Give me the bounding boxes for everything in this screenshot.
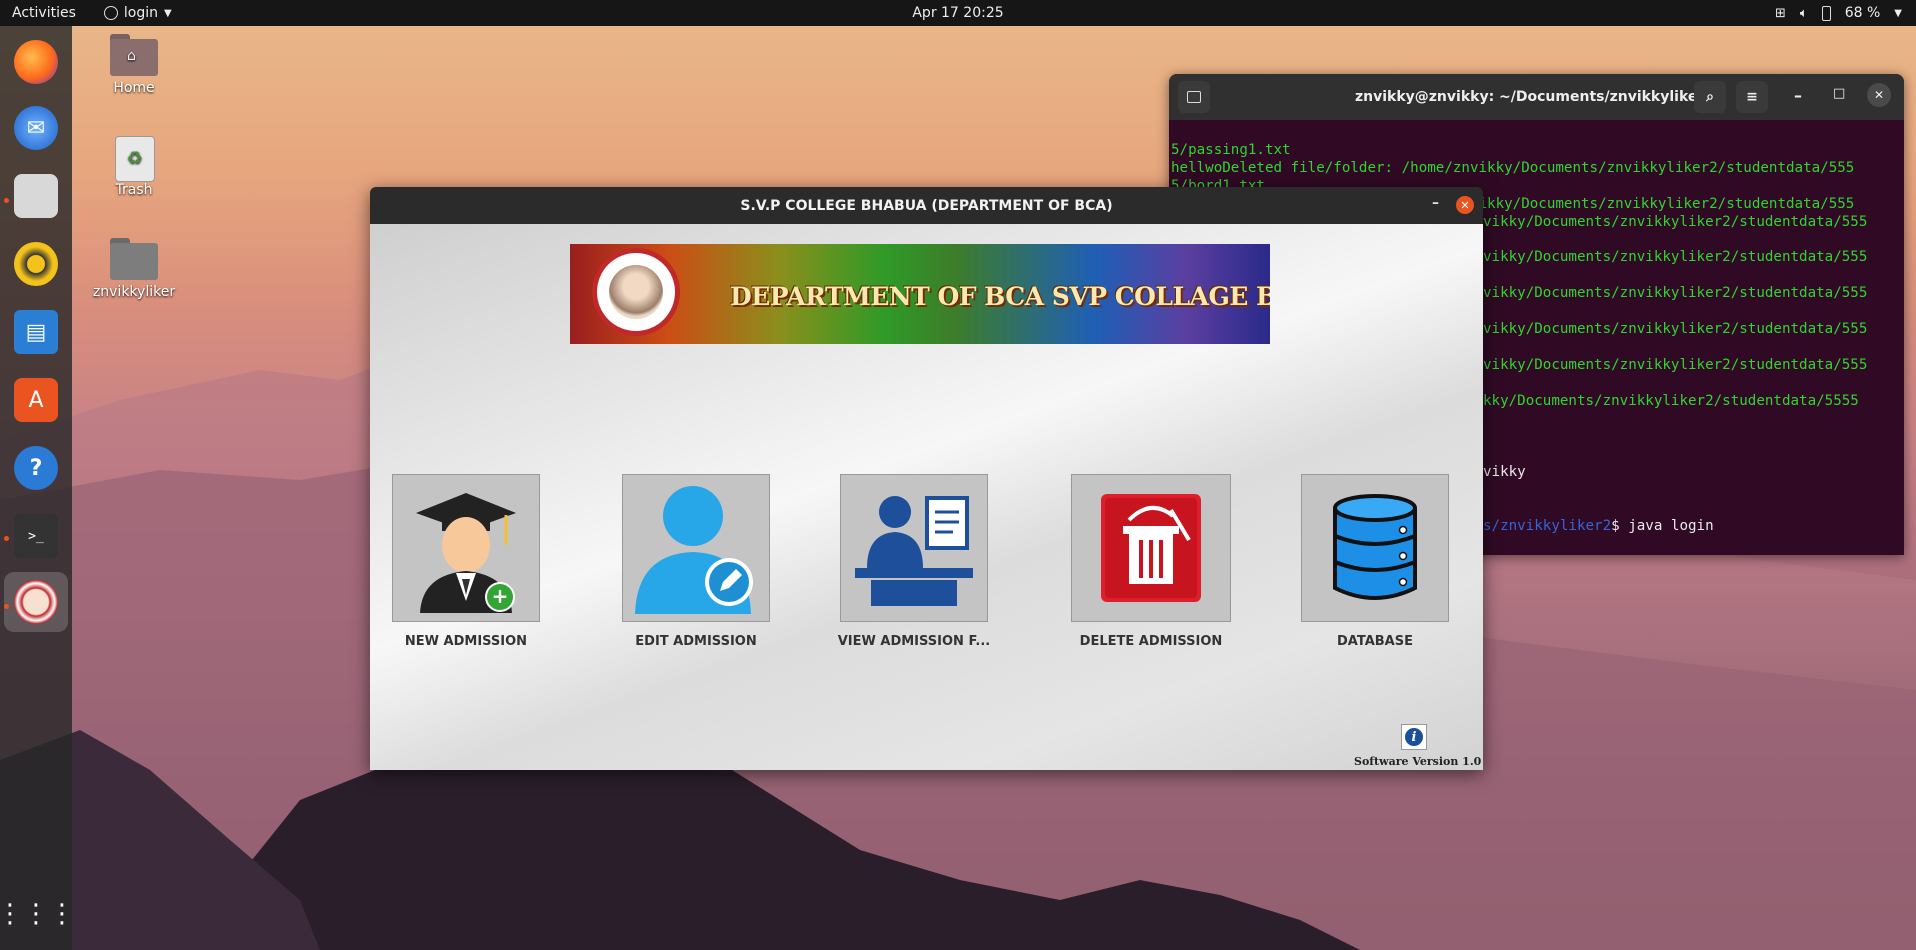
edit-admission-label: EDIT ADMISSION: [635, 634, 757, 649]
firefox-icon[interactable]: [14, 40, 58, 84]
database-button[interactable]: [1301, 474, 1449, 622]
help-icon[interactable]: ?: [14, 446, 58, 490]
maximize-button[interactable]: □: [1833, 86, 1845, 101]
database-label: DATABASE: [1337, 634, 1413, 649]
view-admission-label: VIEW ADMISSION F...: [837, 634, 991, 649]
activities-button[interactable]: Activities: [12, 5, 76, 21]
edit-admission-button[interactable]: [622, 474, 770, 622]
desktop-icon-label: Home: [113, 80, 155, 96]
desktop-icon-znvikkyliker[interactable]: znvikkyliker: [84, 238, 184, 300]
volume-icon: 🔈︎: [1799, 5, 1808, 21]
running-indicator: [4, 604, 9, 609]
new-tab-icon: [1187, 91, 1201, 103]
close-button[interactable]: ✕: [1456, 196, 1474, 214]
battery-label: 68 %: [1844, 5, 1881, 21]
chevron-down-icon: ▼: [1894, 7, 1902, 19]
terminal-line: hellwoDeleted file/folder: /home/znvikky…: [1171, 159, 1855, 176]
delete-admission-button[interactable]: [1071, 474, 1231, 622]
app-grid-icon[interactable]: ⋮⋮⋮: [0, 892, 75, 936]
close-button[interactable]: ✕: [1867, 83, 1891, 107]
prompt-command: $ java login: [1611, 517, 1714, 534]
new-admission-button[interactable]: +: [392, 474, 540, 622]
desktop-icon-trash[interactable]: ♻ Trash: [84, 136, 184, 198]
desktop-icon-label: Trash: [115, 182, 153, 198]
rhythmbox-icon[interactable]: [14, 242, 58, 286]
delete-trash-icon: [1101, 494, 1201, 602]
info-button[interactable]: i: [1401, 724, 1427, 750]
trash-icon: ♻: [115, 136, 155, 182]
college-banner: DEPARTMENT OF BCA SVP COLLAGE BHABUA: [570, 244, 1270, 344]
banner-text: DEPARTMENT OF BCA SVP COLLAGE BHABUA: [730, 282, 1270, 311]
app-body: DEPARTMENT OF BCA SVP COLLAGE BHABUA + N…: [370, 224, 1483, 770]
hamburger-icon: ≡: [1746, 89, 1758, 105]
files-icon[interactable]: [14, 174, 58, 218]
college-app-icon[interactable]: [14, 580, 58, 624]
running-indicator: [4, 198, 9, 203]
search-button[interactable]: ⌕: [1694, 81, 1726, 113]
close-icon: ✕: [1873, 88, 1885, 102]
desktop-icon-label: znvikkyliker: [92, 284, 176, 300]
view-form-icon: [855, 496, 973, 606]
chevron-down-icon: ▼: [163, 7, 172, 19]
app-menu-icon: [103, 6, 118, 20]
app-menu[interactable]: login ▼: [103, 5, 172, 21]
running-indicator: [4, 536, 9, 541]
terminal-title: znvikky@znvikky: ~/Documents/znvikkylike…: [1355, 89, 1715, 105]
info-icon: i: [1405, 728, 1423, 746]
top-bar: Activities login ▼ Apr 17 20:25 ⊞ 🔈︎ 68 …: [0, 0, 1916, 26]
college-seal-icon: [592, 248, 680, 336]
menu-button[interactable]: ≡: [1736, 81, 1768, 113]
clock[interactable]: Apr 17 20:25: [912, 5, 1003, 21]
new-admission-label: NEW ADMISSION: [404, 634, 528, 649]
dock: ✉ ▤ A ? >_ ⋮⋮⋮: [0, 26, 75, 950]
view-admission-button[interactable]: [840, 474, 988, 622]
search-icon: ⌕: [1706, 89, 1714, 105]
thunderbird-icon[interactable]: ✉: [14, 106, 58, 150]
minimize-button[interactable]: –: [1794, 86, 1802, 105]
home-icon: ⌂: [127, 48, 136, 64]
terminal-titlebar[interactable]: znvikky@znvikky: ~/Documents/znvikkylike…: [1169, 74, 1904, 120]
close-icon: ✕: [1460, 198, 1470, 212]
app-titlebar[interactable]: S.V.P COLLEGE BHABUA (DEPARTMENT OF BCA)…: [370, 187, 1483, 224]
terminal-icon[interactable]: >_: [14, 514, 58, 558]
minimize-button[interactable]: –: [1432, 195, 1439, 211]
delete-admission-label: DELETE ADMISSION: [1079, 634, 1223, 649]
terminal-line: 5/passing1.txt: [1171, 141, 1291, 158]
user-edit-icon: [635, 486, 753, 614]
new-tab-button[interactable]: [1178, 81, 1210, 113]
database-icon: [1333, 494, 1417, 600]
writer-icon[interactable]: ▤: [14, 310, 58, 354]
app-title: S.V.P COLLEGE BHABUA (DEPARTMENT OF BCA): [740, 197, 1113, 214]
software-center-icon[interactable]: A: [14, 378, 58, 422]
graduate-add-icon: +: [416, 493, 516, 613]
college-app-window[interactable]: S.V.P COLLEGE BHABUA (DEPARTMENT OF BCA)…: [370, 187, 1483, 770]
software-version: Software Version 1.0: [1354, 755, 1482, 768]
app-menu-label: login: [123, 5, 158, 21]
folder-icon: [110, 238, 158, 280]
folder-icon: ⌂: [110, 34, 158, 76]
svg-text:+: +: [492, 584, 509, 608]
network-icon: ⊞: [1775, 5, 1786, 21]
system-tray[interactable]: ⊞ 🔈︎ 68 % ▼: [1775, 5, 1902, 21]
desktop-icon-home[interactable]: ⌂ Home: [84, 34, 184, 96]
battery-icon: [1821, 5, 1831, 21]
